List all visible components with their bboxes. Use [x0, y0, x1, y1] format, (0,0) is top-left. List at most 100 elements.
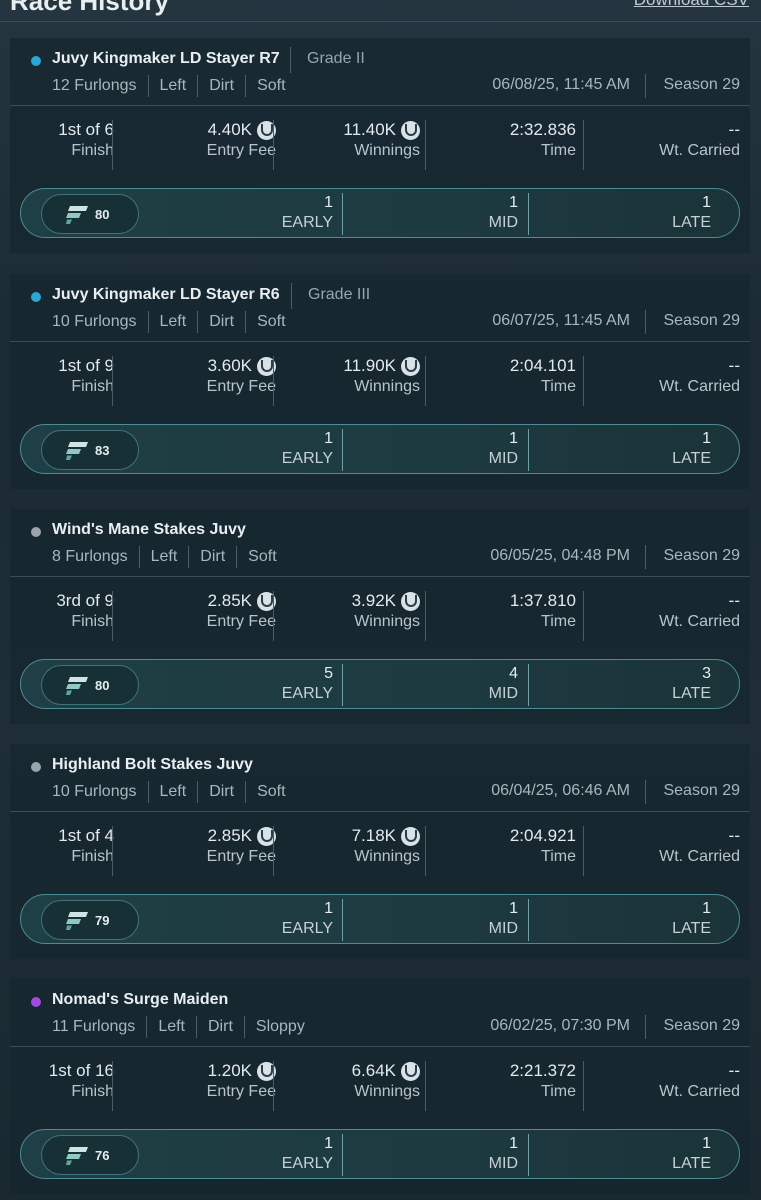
wt-carried-value: --: [728, 591, 740, 610]
stat-divider: [583, 1061, 584, 1111]
race-name[interactable]: Nomad's Surge Maiden: [52, 991, 228, 1009]
race-name[interactable]: Highland Bolt Stakes Juvy: [52, 756, 253, 774]
race-name[interactable]: Juvy Kingmaker LD Stayer R6: [52, 286, 280, 304]
pace-divider: [528, 429, 529, 471]
entry-fee-label: Entry Fee: [206, 1083, 276, 1100]
finish-label: Finish: [71, 848, 114, 865]
late-label: LATE: [672, 450, 711, 467]
stat-divider: [425, 120, 426, 170]
season-divider: [645, 74, 646, 98]
race-name[interactable]: Wind's Mane Stakes Juvy: [52, 521, 246, 539]
race-card-header: Juvy Kingmaker LD Stayer R6 Grade III 10…: [10, 274, 750, 342]
race-distance: 11 Furlongs: [52, 1018, 136, 1035]
page-title: Race History: [10, 0, 169, 16]
time-label: Time: [541, 1083, 576, 1100]
race-date: 06/08/25, 11:45 AM: [492, 76, 630, 93]
stat-divider: [583, 120, 584, 170]
race-card[interactable]: Highland Bolt Stakes Juvy 10 Furlongs Le…: [10, 744, 750, 959]
race-card[interactable]: Juvy Kingmaker LD Stayer R7 Grade II 12 …: [10, 38, 750, 253]
pace-divider: [342, 1134, 343, 1176]
rating-value: 76: [95, 1148, 110, 1163]
rating-pill[interactable]: 79: [41, 900, 139, 940]
stat-divider: [583, 826, 584, 876]
race-date: 06/02/25, 07:30 PM: [490, 1017, 630, 1034]
winnings-stat: 7.18K Winnings: [310, 824, 420, 880]
early-label: EARLY: [281, 450, 333, 467]
rating-logo-icon: [66, 1147, 88, 1165]
finish-label: Finish: [71, 1083, 114, 1100]
finish-label: Finish: [71, 378, 114, 395]
entry-fee-stat: 1.20K Entry Fee: [160, 1059, 276, 1115]
time-stat: 2:04.921 Time: [470, 824, 576, 880]
race-status-dot: [31, 527, 41, 537]
pace-divider: [342, 899, 343, 941]
mid-segment: 1 MID: [381, 1134, 518, 1176]
finish-stat: 3rd of 9 Finish: [30, 589, 114, 645]
grade-divider: [291, 283, 292, 309]
mid-value: 1: [509, 900, 518, 917]
entry-fee-label: Entry Fee: [206, 142, 276, 159]
late-label: LATE: [672, 214, 711, 231]
race-status-dot: [31, 292, 41, 302]
download-csv-link[interactable]: Download CSV: [634, 0, 749, 10]
race-name[interactable]: Juvy Kingmaker LD Stayer R7: [52, 50, 280, 68]
winnings-stat: 11.40K Winnings: [310, 118, 420, 174]
pace-bar: 79 1 EARLY 1 MID 1 LATE: [20, 894, 740, 944]
rating-pill[interactable]: 83: [41, 430, 139, 470]
winnings-label: Winnings: [354, 378, 420, 395]
coin-icon: [401, 1061, 420, 1081]
winnings-value: 11.40K: [343, 120, 396, 139]
winnings-value: 11.90K: [343, 356, 396, 375]
race-card[interactable]: Juvy Kingmaker LD Stayer R6 Grade III 10…: [10, 274, 750, 489]
wt-carried-value: --: [728, 356, 740, 375]
winnings-label: Winnings: [354, 142, 420, 159]
race-surface: Dirt: [196, 1016, 244, 1038]
finish-stat: 1st of 9 Finish: [30, 354, 114, 410]
race-distance: 8 Furlongs: [52, 548, 128, 565]
race-season: Season 29: [663, 782, 740, 799]
stat-divider: [112, 591, 113, 641]
rating-pill[interactable]: 76: [41, 1135, 139, 1175]
stat-divider: [112, 1061, 113, 1111]
race-stats: 1st of 6 Finish 4.40K Entry Fee 11.40K W…: [10, 106, 750, 190]
mid-segment: 4 MID: [381, 664, 518, 706]
wt-carried-stat: -- Wt. Carried: [610, 118, 740, 174]
coin-icon: [401, 826, 420, 846]
wt-carried-label: Wt. Carried: [659, 1083, 740, 1100]
race-distance: 10 Furlongs: [52, 313, 137, 330]
entry-fee-stat: 4.40K Entry Fee: [160, 118, 276, 174]
mid-label: MID: [488, 214, 518, 231]
winnings-label: Winnings: [354, 1083, 420, 1100]
grade-divider: [290, 47, 291, 73]
race-card[interactable]: Wind's Mane Stakes Juvy 8 Furlongs Left …: [10, 509, 750, 724]
early-value: 1: [324, 900, 333, 917]
pace-bar: 80 1 EARLY 1 MID 1 LATE: [20, 188, 740, 238]
rating-pill[interactable]: 80: [41, 665, 139, 705]
pace-bar: 76 1 EARLY 1 MID 1 LATE: [20, 1129, 740, 1179]
coin-icon: [401, 356, 420, 376]
race-card-header: Wind's Mane Stakes Juvy 8 Furlongs Left …: [10, 509, 750, 577]
winnings-stat: 11.90K Winnings: [310, 354, 420, 410]
time-value: 2:04.921: [509, 826, 576, 845]
winnings-stat: 6.64K Winnings: [310, 1059, 420, 1115]
mid-value: 1: [509, 194, 518, 211]
race-season: Season 29: [663, 76, 740, 93]
rating-pill[interactable]: 80: [41, 194, 139, 234]
mid-segment: 1 MID: [381, 193, 518, 235]
rating-logo-icon: [66, 912, 88, 930]
late-value: 3: [702, 665, 711, 682]
late-label: LATE: [672, 1155, 711, 1172]
time-value: 1:37.810: [509, 591, 576, 610]
entry-fee-stat: 2.85K Entry Fee: [160, 589, 276, 645]
race-card[interactable]: Nomad's Surge Maiden 11 Furlongs Left Di…: [10, 979, 750, 1194]
entry-fee-label: Entry Fee: [206, 378, 276, 395]
early-label: EARLY: [281, 685, 333, 702]
race-surface: Dirt: [197, 311, 245, 333]
race-season: Season 29: [663, 547, 740, 564]
pace-bar: 83 1 EARLY 1 MID 1 LATE: [20, 424, 740, 474]
stat-divider: [112, 356, 113, 406]
early-segment: 5 EARLY: [171, 664, 333, 706]
wt-carried-value: --: [728, 1061, 740, 1080]
race-going: Sloppy: [243, 1016, 316, 1038]
finish-value: 1st of 4: [58, 826, 114, 845]
